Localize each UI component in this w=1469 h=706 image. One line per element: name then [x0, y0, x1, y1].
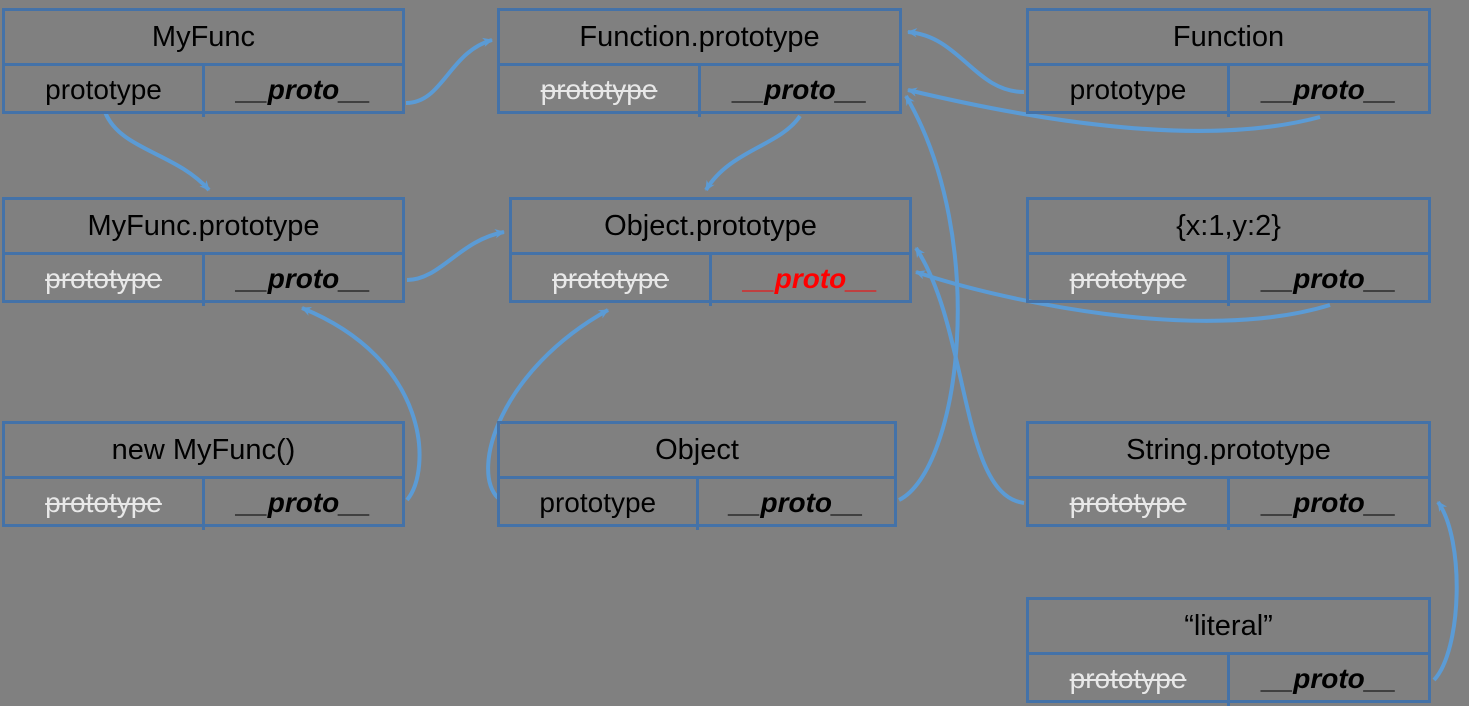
slot-proto[interactable]: __proto__	[712, 255, 909, 306]
slot-prototype[interactable]: prototype	[1029, 255, 1230, 306]
slot-prototype[interactable]: prototype	[5, 479, 205, 530]
node-string-literal[interactable]: “literal” prototype __proto__	[1026, 597, 1431, 706]
slot-prototype[interactable]: prototype	[500, 66, 701, 117]
edge-function-prototype-slot-to-box	[907, 28, 1025, 94]
slot-proto[interactable]: __proto__	[699, 479, 895, 530]
node-slots: prototype __proto__	[5, 63, 402, 117]
slot-proto[interactable]: __proto__	[701, 66, 899, 117]
prototype-chain-diagram: MyFunc prototype __proto__ Function.prot…	[0, 0, 1469, 706]
node-slots: prototype __proto__	[512, 252, 909, 306]
edge-myfunc-prototype-to-box	[103, 111, 211, 192]
node-title: Function.prototype	[579, 21, 820, 53]
edge-myfunc-prototype-proto-to-object-prototype	[406, 228, 505, 282]
slot-proto[interactable]: __proto__	[205, 66, 402, 117]
node-title: “literal”	[1184, 610, 1273, 642]
node-myfunc-prototype[interactable]: MyFunc.prototype prototype __proto__	[2, 197, 405, 306]
node-function[interactable]: Function prototype __proto__	[1026, 8, 1431, 117]
node-slots: prototype __proto__	[500, 63, 899, 117]
slot-prototype[interactable]: prototype	[1029, 479, 1230, 530]
slot-prototype[interactable]: prototype	[5, 255, 205, 306]
slot-prototype[interactable]: prototype	[1029, 66, 1230, 117]
node-slots: prototype __proto__	[5, 476, 402, 530]
edge-function-prototype-proto-to-object-prototype	[704, 114, 802, 192]
node-object[interactable]: Object prototype __proto__	[497, 421, 897, 530]
slot-proto[interactable]: __proto__	[1230, 655, 1428, 706]
edge-literal-proto-to-string-prototype	[1432, 500, 1459, 682]
slot-prototype[interactable]: prototype	[5, 66, 205, 117]
slot-prototype[interactable]: prototype	[512, 255, 712, 306]
slot-prototype[interactable]: prototype	[1029, 655, 1230, 706]
node-slots: prototype __proto__	[1029, 476, 1428, 530]
node-title: {x:1,y:2}	[1176, 210, 1281, 242]
node-title: Object.prototype	[604, 210, 817, 242]
slot-proto[interactable]: __proto__	[1230, 479, 1428, 530]
node-slots: prototype __proto__	[500, 476, 894, 530]
slot-proto[interactable]: __proto__	[1230, 255, 1428, 306]
edge-string-prototype-proto-to-object-prototype	[914, 246, 1025, 505]
node-title: MyFunc.prototype	[87, 210, 320, 242]
slot-proto[interactable]: __proto__	[1230, 66, 1428, 117]
node-myfunc[interactable]: MyFunc prototype __proto__	[2, 8, 405, 117]
edge-myfunc-proto-to-function-prototype	[405, 37, 493, 105]
node-new-myfunc[interactable]: new MyFunc() prototype __proto__	[2, 421, 405, 530]
node-title: new MyFunc()	[111, 434, 296, 466]
node-slots: prototype __proto__	[1029, 252, 1428, 306]
node-string-prototype[interactable]: String.prototype prototype __proto__	[1026, 421, 1431, 530]
node-slots: prototype __proto__	[5, 252, 402, 306]
node-object-prototype[interactable]: Object.prototype prototype __proto__	[509, 197, 912, 306]
node-function-prototype[interactable]: Function.prototype prototype __proto__	[497, 8, 902, 117]
node-title: Object	[655, 434, 739, 466]
node-slots: prototype __proto__	[1029, 63, 1428, 117]
slot-proto[interactable]: __proto__	[205, 479, 402, 530]
node-object-literal[interactable]: {x:1,y:2} prototype __proto__	[1026, 197, 1431, 306]
node-title: String.prototype	[1126, 434, 1331, 466]
node-title: Function	[1172, 21, 1285, 53]
slot-proto[interactable]: __proto__	[205, 255, 402, 306]
slot-prototype[interactable]: prototype	[500, 479, 699, 530]
node-title: MyFunc	[151, 21, 256, 53]
node-slots: prototype __proto__	[1029, 652, 1428, 706]
